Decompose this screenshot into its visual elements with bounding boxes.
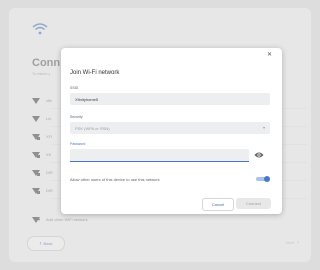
join-wifi-dialog: ✕ Join Wi-Fi network SSID Xfinityhome5 S… <box>61 48 282 214</box>
security-select[interactable]: PSK (WPA or RSN) ▾ <box>70 122 270 134</box>
dialog-title: Join Wi-Fi network <box>70 70 120 76</box>
chevron-down-icon: ▾ <box>262 125 265 130</box>
show-password-icon[interactable] <box>254 151 264 159</box>
share-network-label: Allow other users of this device to use … <box>70 177 160 182</box>
security-value: PSK (WPA or RSN) <box>75 125 110 131</box>
ssid-value: Xfinityhome5 <box>75 96 99 102</box>
ssid-field[interactable]: Xfinityhome5 <box>70 93 270 105</box>
password-label: Password <box>70 142 86 146</box>
toggle-knob <box>264 176 270 182</box>
ssid-label: SSID <box>70 86 79 90</box>
security-label: Security <box>70 115 83 119</box>
share-network-toggle[interactable] <box>256 176 270 182</box>
connect-button[interactable]: Connect <box>236 198 271 209</box>
password-field[interactable] <box>70 149 249 162</box>
cancel-button[interactable]: Cancel <box>202 198 234 211</box>
close-icon[interactable]: ✕ <box>267 52 272 58</box>
